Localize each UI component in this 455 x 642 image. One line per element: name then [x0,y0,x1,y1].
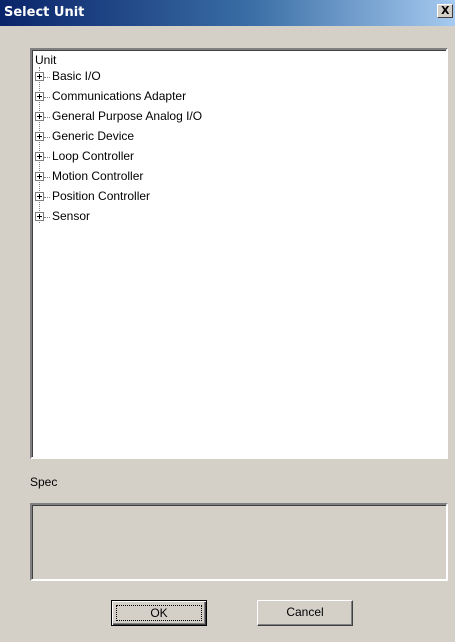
expand-plus-icon[interactable] [35,132,44,141]
expand-plus-icon[interactable] [35,72,44,81]
expand-plus-icon[interactable] [35,152,44,161]
spec-display-box [30,503,448,581]
close-icon: X [441,4,450,17]
tree-root-unit[interactable]: Unit [35,53,56,67]
expand-plus-icon[interactable] [35,212,44,221]
tree-item-label[interactable]: Motion Controller [52,169,143,184]
tree-branch-line [44,117,50,118]
tree-branch-line [44,197,50,198]
tree-item-label[interactable]: Communications Adapter [52,89,186,104]
expand-plus-icon[interactable] [35,112,44,121]
tree-item-label[interactable]: Position Controller [52,189,150,204]
close-button[interactable]: X [437,4,453,18]
tree-branch-line [44,217,50,218]
tree-branch-line [44,137,50,138]
tree-item-label[interactable]: Generic Device [52,129,134,144]
tree-item-label[interactable]: Loop Controller [52,149,134,164]
expand-plus-icon[interactable] [35,92,44,101]
tree-branch-line [44,177,50,178]
tree-item-label[interactable]: Sensor [52,209,90,224]
title-bar[interactable]: Select Unit X [0,0,455,26]
tree-branch-line [44,97,50,98]
select-unit-dialog: Select Unit X Unit Basic I/O Communicati… [0,0,455,642]
ok-button-label: OK [116,605,202,621]
tree-item-label[interactable]: Basic I/O [52,69,101,84]
cancel-button[interactable]: Cancel [257,600,353,626]
tree-item-label[interactable]: General Purpose Analog I/O [52,109,202,124]
spec-label: Spec [30,475,58,489]
window-title: Select Unit [4,5,85,20]
ok-button[interactable]: OK [111,600,207,626]
unit-tree-view[interactable]: Unit Basic I/O Communications Adapter Ge… [30,48,448,459]
tree-branch-line [44,77,50,78]
expand-plus-icon[interactable] [35,192,44,201]
expand-plus-icon[interactable] [35,172,44,181]
tree-branch-line [44,157,50,158]
